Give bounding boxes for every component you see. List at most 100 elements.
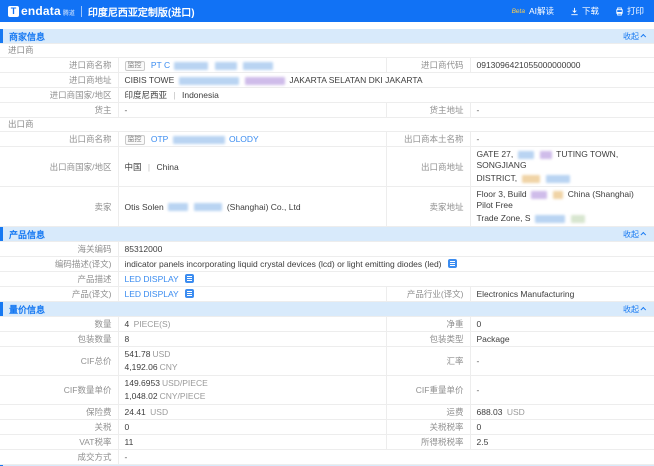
owner-addr-label: 货主地址	[386, 103, 470, 118]
cif-unit-price-label: CIF数量单价	[0, 376, 118, 405]
redacted-block	[553, 191, 563, 199]
collapse-label: 收起	[623, 31, 639, 42]
quantity-label: 数量	[0, 317, 118, 332]
collapse-qp-button[interactable]: 收起	[623, 304, 646, 315]
importer-addr-prefix: CIBIS TOWE	[125, 75, 175, 85]
deal-terms-label: 成交方式	[0, 450, 118, 465]
redacted-block	[531, 191, 547, 199]
table-row: CIF总价 541.78USD 4,192.06CNY 汇率 -	[0, 347, 654, 376]
product-table: 海关编码 85312000 编码描述(译文) indicator panels …	[0, 241, 654, 302]
collapse-label: 收起	[623, 229, 639, 240]
cif-total-label: CIF总价	[0, 347, 118, 376]
quantity-unit: PIECE(S)	[134, 319, 171, 329]
package-qty-value: 8	[118, 332, 386, 347]
product-desc-label: 产品描述	[0, 272, 118, 287]
table-row: CIF数量单价 149.6953USD/PIECE 1,048.02CNY/PI…	[0, 376, 654, 405]
collapse-merchant-button[interactable]: 收起	[623, 31, 646, 42]
cif-weight-price-label: CIF重量单价	[386, 376, 470, 405]
ai-analyze-button[interactable]: Beta AI解读	[512, 5, 554, 17]
chevron-up-icon	[640, 232, 646, 238]
section-header-merchant: 商家信息 收起	[0, 29, 654, 43]
download-button[interactable]: 下载	[570, 5, 599, 17]
seller-name-part: Otis Solen	[125, 202, 164, 212]
redacted-block	[173, 136, 225, 144]
product-text[interactable]: LED DISPLAY	[125, 289, 179, 299]
table-row: 货主 - 货主地址 -	[0, 103, 654, 118]
chevron-up-icon	[640, 34, 646, 40]
redacted-block	[522, 175, 540, 183]
duty-value: 0	[118, 420, 386, 435]
redacted-block	[571, 215, 585, 223]
redacted-block	[243, 62, 273, 70]
exporter-name-value: 监控 OTP OLODY	[118, 132, 386, 147]
cif-unit-usd-number: 149.6953	[125, 378, 160, 388]
exporter-name-label: 出口商名称	[0, 132, 118, 147]
chevron-up-icon	[640, 307, 646, 313]
exporter-country-en: China	[156, 162, 178, 172]
table-row: VAT税率 11 所得税税率 2.5	[0, 435, 654, 450]
seller-addr-value: Floor 3, Build China (Shanghai) Pilot Fr…	[470, 187, 654, 227]
table-row: 保险费 24.41 USD 运费 688.03 USD	[0, 405, 654, 420]
table-row: 进口商名称 监控 PT C 进口商代码 09130964210550000000…	[0, 58, 654, 73]
exchange-rate-label: 汇率	[386, 347, 470, 376]
translate-icon[interactable]	[448, 259, 457, 268]
spacer	[0, 22, 654, 29]
monitor-tag: 监控	[125, 61, 145, 71]
exchange-rate-value: -	[470, 347, 654, 376]
cif-usd-currency: USD	[153, 349, 171, 359]
cif-cny-number: 4,192.06	[125, 362, 158, 372]
trade-detail-page: T endata 腾道 印度尼西亚定制版(进口) Beta AI解读 下载	[0, 0, 654, 466]
print-button[interactable]: 打印	[615, 5, 644, 17]
exporter-addr-value: GATE 27, TUTING TOWN, SONGJIANG DISTRICT…	[470, 147, 654, 187]
ai-analyze-label: AI解读	[529, 5, 554, 17]
collapse-label: 收起	[623, 304, 639, 315]
translate-icon[interactable]	[185, 274, 194, 283]
cif-cny-currency: CNY	[160, 362, 178, 372]
collapse-product-button[interactable]: 收起	[623, 229, 646, 240]
translate-icon[interactable]	[185, 289, 194, 298]
importer-addr-suffix: JAKARTA SELATAN DKI JAKARTA	[289, 75, 422, 85]
importer-country-value: 印度尼西亚 | Indonesia	[118, 88, 654, 103]
quantity-number: 4	[125, 319, 130, 329]
exporter-name-link[interactable]: OLODY	[229, 134, 259, 144]
table-row: 关税 0 关税税率 0	[0, 420, 654, 435]
beta-badge: Beta	[512, 8, 525, 15]
quantity-value: 4 PIECE(S)	[118, 317, 386, 332]
exporter-country-value: 中国 | China	[118, 147, 386, 187]
product-desc-text[interactable]: LED DISPLAY	[125, 274, 179, 284]
income-tax-rate-label: 所得税税率	[386, 435, 470, 450]
package-type-value: Package	[470, 332, 654, 347]
hs-code-label: 海关编码	[0, 242, 118, 257]
importer-name-link[interactable]: PT C	[151, 60, 170, 70]
insurance-value: 24.41 USD	[118, 405, 386, 420]
industry-value: Electronics Manufacturing	[470, 287, 654, 302]
table-row: 数量 4 PIECE(S) 净重 0	[0, 317, 654, 332]
table-row: 出口商	[0, 118, 654, 132]
importer-code-value: 0913096421055000000000	[470, 58, 654, 73]
page-title: 印度尼西亚定制版(进口)	[88, 4, 195, 19]
code-desc-value: indicator panels incorporating liquid cr…	[118, 257, 654, 272]
importer-name-label: 进口商名称	[0, 58, 118, 73]
freight-value: 688.03 USD	[470, 405, 654, 420]
cif-usd-number: 541.78	[125, 349, 151, 359]
redacted-block	[540, 151, 552, 159]
package-qty-label: 包装数量	[0, 332, 118, 347]
monitor-tag: 监控	[125, 135, 145, 145]
importer-country-label: 进口商国家/地区	[0, 88, 118, 103]
redacted-block	[194, 203, 222, 211]
value-separator: |	[173, 90, 175, 100]
redacted-block	[168, 203, 188, 211]
logo-cn-text: 腾道	[63, 8, 75, 17]
table-row: 编码描述(译文) indicator panels incorporating …	[0, 257, 654, 272]
table-row: 出口商名称 监控 OTP OLODY 出口商本土名称 -	[0, 132, 654, 147]
redacted-block	[518, 151, 534, 159]
net-weight-value: 0	[470, 317, 654, 332]
exporter-addr-part: GATE 27,	[477, 149, 514, 159]
freight-number: 688.03	[477, 407, 503, 417]
redacted-block	[179, 77, 239, 85]
owner-addr-value: -	[470, 103, 654, 118]
table-row: 产品(译文) LED DISPLAY 产品行业(译文) Electronics …	[0, 287, 654, 302]
product-value: LED DISPLAY	[118, 287, 386, 302]
table-row: 成交方式 -	[0, 450, 654, 465]
exporter-name-link[interactable]: OTP	[151, 134, 168, 144]
